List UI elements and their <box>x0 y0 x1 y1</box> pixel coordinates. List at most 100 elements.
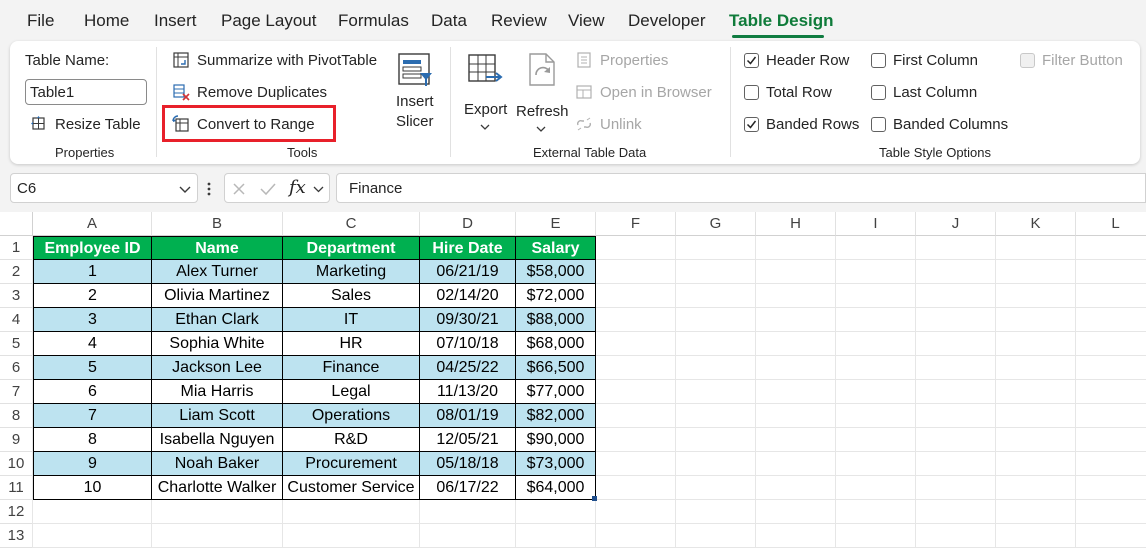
row-header-9[interactable]: 9 <box>0 428 33 452</box>
table-cell[interactable]: 2 <box>33 284 152 308</box>
open-in-browser-button[interactable]: Open in Browser <box>573 81 713 105</box>
table-cell[interactable]: Isabella Nguyen <box>152 428 283 452</box>
tab-insert[interactable]: Insert <box>154 11 197 31</box>
table-header-cell[interactable]: Employee ID <box>33 236 152 260</box>
table-cell[interactable]: $77,000 <box>516 380 596 404</box>
row-header-5[interactable]: 5 <box>0 332 33 356</box>
remove-duplicates-button[interactable]: Remove Duplicates <box>170 81 340 105</box>
tab-page-layout[interactable]: Page Layout <box>221 11 316 31</box>
column-header-k[interactable]: K <box>996 212 1076 236</box>
name-box[interactable]: C6 <box>10 173 198 203</box>
table-cell[interactable]: Charlotte Walker <box>152 476 283 500</box>
tab-file[interactable]: File <box>27 11 54 31</box>
external-properties-button[interactable]: Properties <box>573 49 683 73</box>
table-cell[interactable]: 04/25/22 <box>420 356 516 380</box>
table-header-cell[interactable]: Name <box>152 236 283 260</box>
table-cell[interactable]: Sales <box>283 284 420 308</box>
header-row-checkbox[interactable]: Header Row <box>744 51 864 73</box>
last-column-checkbox[interactable]: Last Column <box>871 83 1001 105</box>
tab-data[interactable]: Data <box>431 11 467 31</box>
table-cell[interactable]: Mia Harris <box>152 380 283 404</box>
table-cell[interactable]: Noah Baker <box>152 452 283 476</box>
table-cell[interactable]: $58,000 <box>516 260 596 284</box>
table-cell[interactable]: Finance <box>283 356 420 380</box>
table-cell[interactable]: $64,000 <box>516 476 596 500</box>
table-resize-handle[interactable] <box>592 496 597 501</box>
filter-button-checkbox[interactable]: Filter Button <box>1020 51 1138 73</box>
column-header-j[interactable]: J <box>916 212 996 236</box>
table-name-input[interactable] <box>25 79 147 105</box>
table-cell[interactable]: $68,000 <box>516 332 596 356</box>
column-header-i[interactable]: I <box>836 212 916 236</box>
table-cell[interactable]: HR <box>283 332 420 356</box>
table-cell[interactable]: $73,000 <box>516 452 596 476</box>
table-cell[interactable]: Legal <box>283 380 420 404</box>
table-cell[interactable]: Ethan Clark <box>152 308 283 332</box>
tab-developer[interactable]: Developer <box>628 11 706 31</box>
row-header-11[interactable]: 11 <box>0 476 33 500</box>
tab-formulas[interactable]: Formulas <box>338 11 409 31</box>
export-button[interactable]: Export <box>460 49 510 135</box>
table-cell[interactable]: $66,500 <box>516 356 596 380</box>
cancel-icon[interactable] <box>231 181 247 197</box>
unlink-button[interactable]: Unlink <box>573 113 653 137</box>
table-cell[interactable]: 05/18/18 <box>420 452 516 476</box>
banded-columns-checkbox[interactable]: Banded Columns <box>871 115 1011 137</box>
row-header-6[interactable]: 6 <box>0 356 33 380</box>
table-cell[interactable]: 6 <box>33 380 152 404</box>
column-header-c[interactable]: C <box>283 212 420 236</box>
refresh-button[interactable]: Refresh <box>514 49 570 135</box>
table-cell[interactable]: Marketing <box>283 260 420 284</box>
tab-review[interactable]: Review <box>491 11 547 31</box>
column-header-f[interactable]: F <box>596 212 676 236</box>
first-column-checkbox[interactable]: First Column <box>871 51 1001 73</box>
table-cell[interactable]: Jackson Lee <box>152 356 283 380</box>
table-cell[interactable]: 8 <box>33 428 152 452</box>
table-header-cell[interactable]: Salary <box>516 236 596 260</box>
column-header-a[interactable]: A <box>33 212 152 236</box>
table-cell[interactable]: 11/13/20 <box>420 380 516 404</box>
table-cell[interactable]: 10 <box>33 476 152 500</box>
row-header-13[interactable]: 13 <box>0 524 33 548</box>
row-header-1[interactable]: 1 <box>0 236 33 260</box>
row-header-2[interactable]: 2 <box>0 260 33 284</box>
column-header-d[interactable]: D <box>420 212 516 236</box>
enter-check-icon[interactable] <box>259 181 277 197</box>
total-row-checkbox[interactable]: Total Row <box>744 83 864 105</box>
insert-slicer-button[interactable]: Insert Slicer <box>390 49 440 135</box>
resize-table-button[interactable]: Resize Table <box>28 113 148 137</box>
table-cell[interactable]: 4 <box>33 332 152 356</box>
column-header-e[interactable]: E <box>516 212 596 236</box>
row-header-7[interactable]: 7 <box>0 380 33 404</box>
table-cell[interactable]: 3 <box>33 308 152 332</box>
table-cell[interactable]: Operations <box>283 404 420 428</box>
table-cell[interactable]: 7 <box>33 404 152 428</box>
row-header-12[interactable]: 12 <box>0 500 33 524</box>
table-cell[interactable]: $72,000 <box>516 284 596 308</box>
table-cell[interactable]: Olivia Martinez <box>152 284 283 308</box>
table-cell[interactable]: 02/14/20 <box>420 284 516 308</box>
table-cell[interactable]: 06/17/22 <box>420 476 516 500</box>
select-all-corner[interactable] <box>0 212 33 236</box>
table-header-cell[interactable]: Hire Date <box>420 236 516 260</box>
column-header-g[interactable]: G <box>676 212 756 236</box>
table-cell[interactable]: 12/05/21 <box>420 428 516 452</box>
insert-function-button[interactable]: fx <box>289 177 306 198</box>
more-options-icon[interactable] <box>207 181 211 197</box>
table-cell[interactable]: $82,000 <box>516 404 596 428</box>
table-cell[interactable]: $88,000 <box>516 308 596 332</box>
tab-home[interactable]: Home <box>84 11 129 31</box>
row-header-8[interactable]: 8 <box>0 404 33 428</box>
table-cell[interactable]: Procurement <box>283 452 420 476</box>
table-cell[interactable]: 1 <box>33 260 152 284</box>
table-cell[interactable]: 08/01/19 <box>420 404 516 428</box>
column-header-l[interactable]: L <box>1076 212 1146 236</box>
tab-table-design[interactable]: Table Design <box>729 11 834 31</box>
tab-view[interactable]: View <box>568 11 605 31</box>
table-cell[interactable]: Alex Turner <box>152 260 283 284</box>
table-cell[interactable]: IT <box>283 308 420 332</box>
row-header-3[interactable]: 3 <box>0 284 33 308</box>
column-header-b[interactable]: B <box>152 212 283 236</box>
row-header-4[interactable]: 4 <box>0 308 33 332</box>
banded-rows-checkbox[interactable]: Banded Rows <box>744 115 864 137</box>
